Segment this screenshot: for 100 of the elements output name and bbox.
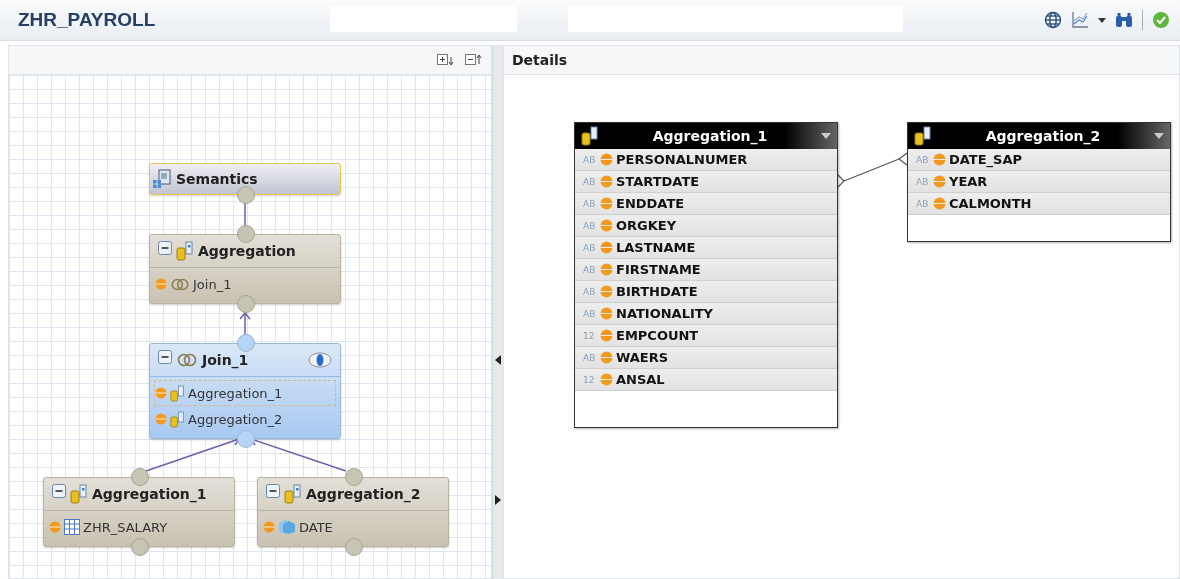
column-row[interactable]: AB LASTNAME (575, 237, 837, 259)
column-row[interactable]: AB WAERS (575, 347, 837, 369)
column-row[interactable]: AB YEAR (908, 171, 1170, 193)
data-type: AB (583, 220, 597, 231)
binoculars-icon[interactable] (1115, 12, 1133, 28)
node-input-label: ZHR_SALARY (83, 519, 168, 535)
column-name: YEAR (949, 174, 988, 189)
diagram-node[interactable]: Aggregation_1 ZHR_SALARY (43, 477, 235, 547)
column-row[interactable]: AB CALMONTH (908, 193, 1170, 215)
column-name: ANSAL (616, 372, 665, 387)
node-input-label: Join_1 (193, 276, 232, 292)
data-type: AB (916, 198, 930, 209)
column-name: FIRSTNAME (616, 262, 701, 277)
collapse-icon[interactable] (158, 350, 172, 364)
column-row[interactable]: AB NATIONALITY (575, 303, 837, 325)
join-icon (170, 277, 190, 291)
aggregation-icon (170, 410, 185, 428)
column-icon (600, 175, 613, 188)
column-row[interactable]: AB PERSONALNUMER (575, 149, 837, 171)
data-type: AB (583, 308, 597, 319)
aggregation-icon (284, 484, 302, 504)
column-icon (155, 278, 167, 290)
column-row[interactable]: 12 ANSAL (575, 369, 837, 391)
column-icon (933, 197, 946, 210)
column-row[interactable]: AB BIRTHDATE (575, 281, 837, 303)
column-name: WAERS (616, 350, 669, 365)
column-name: LASTNAME (616, 240, 696, 255)
join-icon (176, 353, 198, 367)
node-title: Aggregation_2 (306, 486, 421, 502)
column-row[interactable]: AB ENDDATE (575, 193, 837, 215)
column-icon (600, 373, 613, 386)
collapse-icon[interactable] (52, 484, 66, 498)
diagram-node[interactable]: Aggregation Join_1 (149, 234, 341, 304)
column-row[interactable]: AB ORGKEY (575, 215, 837, 237)
collapse-all-icon[interactable] (465, 54, 483, 66)
column-icon (600, 219, 613, 232)
table-title: Aggregation_1 (651, 128, 769, 144)
entity-table[interactable]: Aggregation_1 AB PERSONALNUMER AB STARTDATE AB ENDDATE AB ORGKEY AB LASTNAME AB FIRSTNAME AB BIRTHDATE AB NATIONALITY 12 EMPCOUNT AB WAERS 12 ANSAL (574, 122, 838, 428)
column-row[interactable]: AB STARTDATE (575, 171, 837, 193)
column-icon (600, 241, 613, 254)
diagram-node[interactable]: Semantics (149, 163, 341, 195)
node-input-label: Aggregation_1 (188, 385, 283, 401)
aggregation-icon (170, 384, 185, 402)
globe-icon[interactable] (1044, 11, 1062, 29)
node-input-row[interactable]: Aggregation_1 (154, 380, 336, 406)
diagram-node[interactable]: Join_1 Aggregation_1 Aggregation_2 (149, 343, 341, 439)
column-icon (155, 387, 167, 399)
aggregation-icon (70, 484, 88, 504)
column-row[interactable]: 12 EMPCOUNT (575, 325, 837, 347)
expand-all-icon[interactable] (437, 54, 455, 66)
arrow-left-icon[interactable] (495, 355, 501, 365)
chart-icon[interactable] (1071, 11, 1089, 29)
table-icon (64, 519, 80, 535)
collapse-icon[interactable] (266, 484, 280, 498)
data-type: AB (583, 264, 597, 275)
data-type: AB (583, 154, 597, 165)
entity-table[interactable]: Aggregation_2 AB DATE_SAP AB YEAR AB CALMONTH (907, 122, 1171, 242)
collapse-icon[interactable] (158, 241, 172, 255)
column-icon (933, 175, 946, 188)
node-input-row[interactable]: ZHR_SALARY (48, 514, 230, 540)
column-row[interactable]: AB DATE_SAP (908, 149, 1170, 171)
node-title: Semantics (176, 171, 258, 187)
data-type: AB (583, 352, 597, 363)
node-input-label: DATE (299, 519, 333, 535)
node-input-label: Aggregation_2 (188, 411, 283, 427)
data-type: AB (583, 286, 597, 297)
column-name: EMPCOUNT (616, 328, 699, 343)
dropdown-icon[interactable] (821, 133, 831, 139)
diagram-node[interactable]: Aggregation_2 DATE (257, 477, 449, 547)
column-icon (263, 521, 275, 533)
column-icon (155, 413, 167, 425)
semantics-icon (152, 169, 172, 189)
dropdown-icon[interactable] (1154, 133, 1164, 139)
column-icon (600, 285, 613, 298)
splitter-handle[interactable] (492, 45, 503, 579)
column-row[interactable]: AB FIRSTNAME (575, 259, 837, 281)
join-type-icon[interactable] (308, 352, 332, 368)
arrow-right-icon[interactable] (495, 495, 501, 505)
node-title: Aggregation (198, 243, 296, 259)
column-name: ENDDATE (616, 196, 685, 211)
aggregation-icon (176, 241, 194, 261)
column-icon (600, 307, 613, 320)
node-input-row[interactable]: Join_1 (154, 271, 336, 297)
column-icon (600, 197, 613, 210)
node-input-row[interactable]: DATE (262, 514, 444, 540)
column-icon (49, 521, 61, 533)
aggregation-icon (914, 126, 932, 146)
column-icon (600, 351, 613, 364)
column-name: DATE_SAP (949, 152, 1023, 167)
check-icon[interactable] (1152, 11, 1170, 29)
node-title: Aggregation_1 (92, 486, 207, 502)
table-title: Aggregation_2 (984, 128, 1102, 144)
column-icon (600, 263, 613, 276)
cube-icon (278, 519, 296, 535)
column-name: ORGKEY (616, 218, 677, 233)
data-type: AB (583, 176, 597, 187)
node-input-row[interactable]: Aggregation_2 (154, 406, 336, 432)
caret-icon[interactable] (1098, 16, 1106, 24)
column-name: CALMONTH (949, 196, 1032, 211)
data-type: AB (583, 242, 597, 253)
